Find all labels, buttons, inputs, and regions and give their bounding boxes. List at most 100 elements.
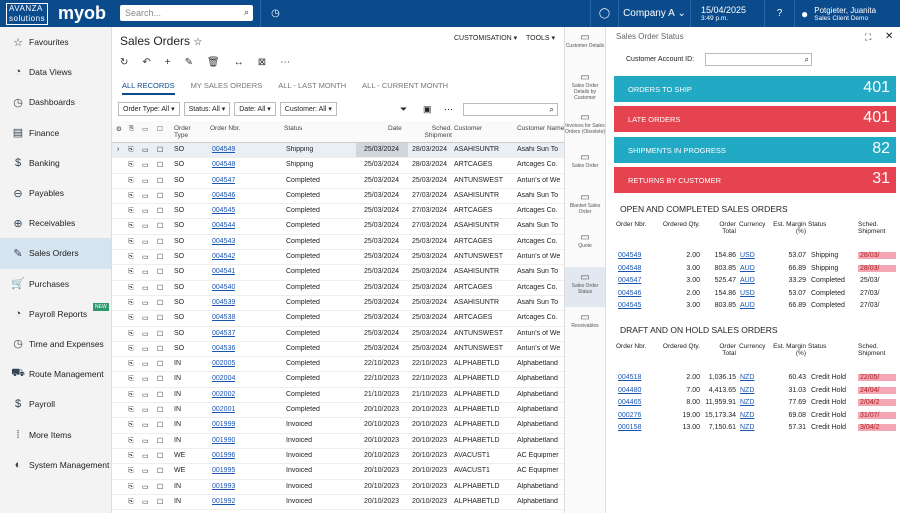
currency-link[interactable]: USD bbox=[740, 252, 755, 259]
order-nbr-link[interactable]: 004465 bbox=[618, 399, 641, 406]
table-row[interactable]: ⎘ ▭ ☐ SO 004544 Completed 25/03/2024 27/03/2024… bbox=[112, 219, 564, 235]
close-icon[interactable]: ✕ bbox=[885, 31, 893, 42]
table-row[interactable]: ⎘ ▭ ☐ IN 002001 Completed 20/10/2023 20/10/2023… bbox=[112, 403, 564, 419]
date-selector[interactable]: 15/04/2025 3:49 p.m. bbox=[690, 0, 764, 27]
order-nbr-link[interactable]: 004542 bbox=[212, 253, 235, 260]
notes-icon[interactable]: ▭ bbox=[142, 253, 149, 261]
tab-2[interactable]: ALL - LAST MONTH bbox=[278, 81, 346, 90]
sidebar-item-payroll[interactable]: $ Payroll bbox=[0, 389, 111, 419]
table-row[interactable]: ⎘ ▭ ☐ IN 001990 Invoiced 20/10/2023 20/10/2023 A… bbox=[112, 434, 564, 449]
help-icon[interactable]: ? bbox=[764, 0, 794, 27]
col-customer[interactable]: Customer bbox=[454, 125, 482, 132]
notes-icon[interactable]: ▭ bbox=[142, 314, 149, 322]
row-checkbox[interactable]: ☐ bbox=[157, 268, 163, 276]
more-filter-icon[interactable]: ⋯ bbox=[444, 104, 453, 115]
notes-icon[interactable]: ▭ bbox=[142, 177, 149, 185]
tab-0[interactable]: ALL RECORDS bbox=[122, 81, 175, 95]
order-nbr-link[interactable]: 004547 bbox=[212, 177, 235, 184]
order-nbr-link[interactable]: 004549 bbox=[212, 146, 235, 153]
order-nbr-link[interactable]: 004548 bbox=[618, 265, 641, 272]
row-checkbox[interactable]: ☐ bbox=[157, 146, 163, 154]
row-checkbox[interactable]: ☐ bbox=[157, 161, 163, 169]
table-row[interactable]: ⎘ ▭ ☐ SO 004539 Completed 25/03/2024 25/03/2024… bbox=[112, 296, 564, 312]
filter-button[interactable]: Date: All ▾ bbox=[234, 102, 276, 116]
order-nbr-link[interactable]: 004541 bbox=[212, 268, 235, 275]
row-checkbox[interactable]: ☐ bbox=[157, 314, 163, 322]
panel-col-header[interactable]: Est. Margin (%) bbox=[770, 343, 806, 357]
panel-col-header[interactable]: Est. Margin (%) bbox=[770, 221, 806, 235]
row-checkbox[interactable]: ☐ bbox=[157, 192, 163, 200]
order-nbr-link[interactable]: 001995 bbox=[212, 467, 235, 474]
customisation-menu[interactable]: CUSTOMISATION ▾ bbox=[454, 34, 517, 42]
order-nbr-link[interactable]: 001999 bbox=[212, 421, 235, 428]
company-selector[interactable]: Company A ⌄ bbox=[618, 0, 690, 27]
company-logo[interactable]: AVANZA solutions myob bbox=[6, 3, 110, 25]
order-nbr-link[interactable]: 004549 bbox=[618, 252, 641, 259]
attachment-icon[interactable]: ⎘ bbox=[128, 177, 134, 185]
panel-col-header[interactable]: Currency bbox=[739, 343, 767, 350]
table-row[interactable]: ⎘ ▭ ☐ SO 004542 Completed 25/03/2024 25/03/2024… bbox=[112, 250, 564, 266]
notes-icon[interactable]: ▭ bbox=[142, 146, 149, 154]
order-nbr-link[interactable]: 002001 bbox=[212, 406, 235, 413]
row-checkbox[interactable]: ☐ bbox=[157, 452, 163, 460]
rail-item-6[interactable]: ▭ Sales Order Status bbox=[565, 267, 605, 307]
notes-icon[interactable]: ▭ bbox=[142, 284, 149, 292]
more-icon[interactable]: ⋯ bbox=[280, 57, 290, 68]
customer-account-input[interactable]: ⌕ bbox=[705, 53, 812, 66]
table-row[interactable]: ⎘ ▭ ☐ WE 001996 Invoiced 20/10/2023 20/10/2023 A… bbox=[112, 449, 564, 465]
filter-button[interactable]: Customer: All ▾ bbox=[279, 102, 337, 116]
undo-icon[interactable]: ↶ bbox=[142, 57, 150, 68]
sidebar-item-payables[interactable]: ⊖ Payables bbox=[0, 178, 111, 208]
order-nbr-link[interactable]: 004545 bbox=[618, 302, 641, 309]
table-row[interactable]: ⎘ ▭ ☐ SO 004536 Completed 25/03/2024 25/03/2024… bbox=[112, 342, 564, 358]
select-all-checkbox[interactable]: ☐ bbox=[157, 125, 163, 133]
col-order-type[interactable]: Order Type bbox=[174, 125, 204, 139]
attachment-icon[interactable]: ⎘ bbox=[128, 498, 134, 506]
filter-icon[interactable]: ⏷ bbox=[400, 104, 407, 115]
row-checkbox[interactable]: ☐ bbox=[157, 375, 163, 383]
panel-col-header[interactable]: Status bbox=[808, 343, 852, 350]
row-checkbox[interactable]: ☐ bbox=[157, 421, 163, 429]
attachment-icon[interactable]: ⎘ bbox=[128, 253, 134, 261]
attachment-icon[interactable]: ⎘ bbox=[128, 314, 134, 322]
kpi-tile-returns-by-customer[interactable]: RETURNS BY CUSTOMER 31 bbox=[614, 167, 896, 193]
chat-icon[interactable]: ◯ bbox=[590, 0, 618, 27]
panel-col-header[interactable]: Currency bbox=[739, 221, 767, 228]
order-nbr-link[interactable]: 004539 bbox=[212, 299, 235, 306]
order-nbr-link[interactable]: 004538 bbox=[212, 314, 235, 321]
notes-icon[interactable]: ▭ bbox=[142, 268, 149, 276]
sidebar-item-system-management[interactable]: ◐ System Management bbox=[0, 450, 111, 480]
sidebar-item-dashboards[interactable]: ◷ Dashboards bbox=[0, 87, 111, 117]
notes-icon[interactable]: ▭ bbox=[142, 406, 149, 414]
notes-icon[interactable]: ▭ bbox=[142, 345, 149, 353]
tools-menu[interactable]: TOOLS ▾ bbox=[526, 34, 555, 42]
attachment-icon[interactable]: ⎘ bbox=[128, 284, 134, 292]
attachment-icon[interactable]: ⎘ bbox=[128, 467, 134, 475]
order-nbr-link[interactable]: 001996 bbox=[212, 452, 235, 459]
save-filter-icon[interactable]: ▣ bbox=[423, 104, 432, 115]
order-nbr-link[interactable]: 004518 bbox=[618, 374, 641, 381]
notes-icon[interactable]: ▭ bbox=[142, 222, 149, 230]
row-checkbox[interactable]: ☐ bbox=[157, 299, 163, 307]
row-checkbox[interactable]: ☐ bbox=[157, 345, 163, 353]
order-nbr-link[interactable]: 004544 bbox=[212, 222, 235, 229]
notes-icon[interactable]: ▭ bbox=[142, 421, 149, 429]
row-expand-icon[interactable]: › bbox=[117, 146, 119, 153]
notes-icon[interactable]: ▭ bbox=[142, 375, 149, 383]
notes-icon[interactable]: ▭ bbox=[142, 498, 149, 506]
row-checkbox[interactable]: ☐ bbox=[157, 253, 163, 261]
sidebar-item-time-and-expenses[interactable]: ◷ Time and Expenses bbox=[0, 329, 111, 359]
sidebar-item-finance[interactable]: ▤ Finance bbox=[0, 118, 111, 148]
favorite-star-icon[interactable]: ☆ bbox=[193, 37, 202, 48]
order-nbr-link[interactable]: 002004 bbox=[212, 375, 235, 382]
notes-icon[interactable]: ▭ bbox=[142, 467, 149, 475]
user-menu[interactable]: ● Potgieter, Juanita Sales Client Demo bbox=[794, 0, 900, 27]
kpi-tile-late-orders[interactable]: LATE ORDERS 401 bbox=[614, 106, 896, 132]
table-row[interactable]: ⎘ ▭ ☐ IN 001999 Invoiced 20/10/2023 20/10/2023 A… bbox=[112, 418, 564, 434]
rail-item-0[interactable]: ▭ Customer Details bbox=[565, 27, 605, 67]
order-nbr-link[interactable]: 004540 bbox=[212, 284, 235, 291]
attachment-icon[interactable]: ⎘ bbox=[128, 345, 134, 353]
rail-item-3[interactable]: ▭ Sales Order bbox=[565, 147, 605, 187]
order-nbr-link[interactable]: 002002 bbox=[212, 391, 235, 398]
notes-icon[interactable]: ▭ bbox=[142, 360, 149, 368]
